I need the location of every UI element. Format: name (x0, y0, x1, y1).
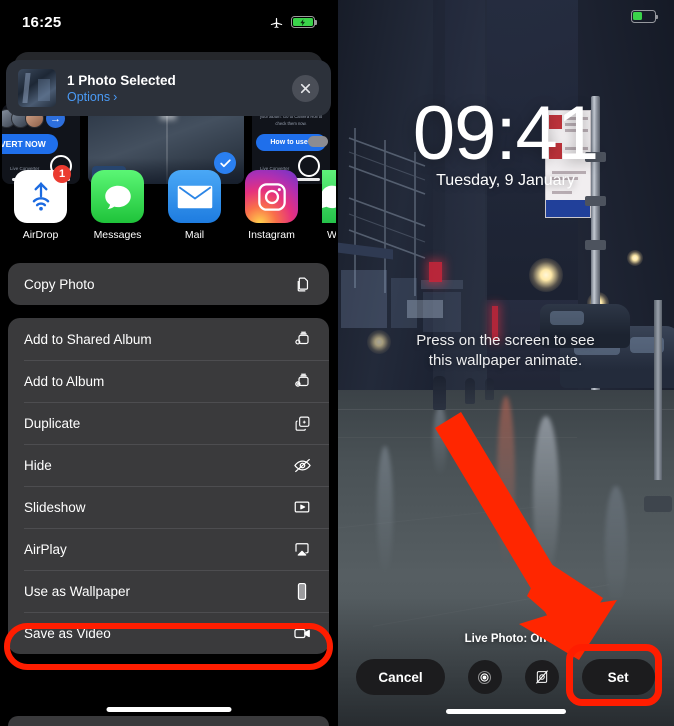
video-camera-icon (291, 622, 313, 644)
action-label: Add to Album (24, 373, 105, 389)
hint-line-1: Press on the screen to see (416, 332, 595, 349)
action-row-peek[interactable] (8, 716, 329, 726)
live-photo-off-icon (535, 670, 548, 684)
action-row-hide[interactable]: Hide (8, 444, 329, 486)
action-group-2: Add to Shared Album Add to Album Duplica… (8, 318, 329, 654)
share-app-row: 1 AirDrop Messages Mail Instagram W (0, 165, 337, 258)
action-row-slideshow[interactable]: Slideshow (8, 486, 329, 528)
live-photo-status: Live Photo: On (464, 633, 547, 645)
action-label: Copy Photo (24, 276, 95, 292)
share-sheet-header[interactable]: 1 Photo Selected Options › (6, 60, 331, 116)
copy-icon (291, 273, 313, 295)
selected-photo-thumbnail (18, 69, 56, 107)
lock-screen-clock: 09:41 (412, 91, 599, 176)
action-row-add-to-album[interactable]: Add to Album (8, 360, 329, 402)
shared-album-icon (291, 328, 313, 350)
set-button[interactable]: Set (581, 659, 655, 695)
pedestrian (433, 376, 446, 410)
status-bar: 16:25 (0, 0, 337, 44)
battery-icon (631, 10, 659, 23)
close-button[interactable] (292, 74, 319, 102)
hide-eye-icon (291, 454, 313, 476)
battery-charging-icon (291, 16, 318, 28)
carousel-toggle[interactable] (308, 136, 328, 147)
app-label: Messages (93, 229, 142, 241)
depth-effect-icon (478, 670, 492, 684)
action-label: Save as Video (24, 625, 111, 641)
share-target-airdrop[interactable]: 1 AirDrop (14, 165, 71, 241)
action-label: Hide (24, 457, 52, 473)
status-indicators (269, 15, 318, 30)
airplane-mode-icon (270, 17, 283, 28)
live-photo-toggle-button[interactable] (524, 660, 559, 694)
action-row-save-as-video[interactable]: Save as Video (8, 612, 329, 654)
home-indicator (445, 709, 566, 714)
action-group-1: Copy Photo (8, 263, 329, 305)
action-label: Use as Wallpaper (24, 583, 131, 599)
home-indicator (106, 707, 231, 712)
app-label: Instagram (248, 229, 295, 241)
action-row-copy-photo[interactable]: Copy Photo (8, 263, 329, 305)
phone-wallpaper-icon (291, 580, 313, 602)
action-label: Add to Shared Album (24, 331, 152, 347)
right-panel-wallpaper-preview: 09:41 Tuesday, 9 January Press on the sc… (337, 0, 674, 726)
depth-effect-button[interactable] (467, 660, 502, 694)
action-row-airplay[interactable]: AirPlay (8, 528, 329, 570)
share-target-whatsapp[interactable]: W (322, 170, 337, 241)
lock-screen-date: Tuesday, 9 January (436, 172, 575, 189)
share-target-messages[interactable]: Messages (91, 170, 144, 241)
wallpaper-action-bar: Cancel Set (337, 658, 674, 696)
action-row-add-to-shared-album[interactable]: Add to Shared Album (8, 318, 329, 360)
share-target-instagram[interactable]: Instagram (245, 170, 298, 241)
carousel-left-pill[interactable]: VERT NOW (2, 134, 58, 154)
whatsapp-icon (322, 170, 337, 223)
action-row-duplicate[interactable]: Duplicate (8, 402, 329, 444)
airdrop-badge: 1 (53, 165, 71, 183)
action-row-use-as-wallpaper[interactable]: Use as Wallpaper (8, 570, 329, 612)
slideshow-icon (291, 496, 313, 518)
messages-icon (91, 170, 144, 223)
tutorial-screenshot: → VERT NOW Live Converter The Photos hav… (0, 0, 674, 726)
options-label: Options (67, 89, 111, 104)
instagram-icon (245, 170, 298, 223)
action-label: Slideshow (24, 499, 86, 515)
hint-line-2: this wallpaper animate. (428, 352, 583, 370)
wallpaper-hint-text: Press on the screen to see this wallpape… (337, 331, 674, 372)
status-time: 16:25 (22, 13, 62, 31)
app-label: AirDrop (22, 229, 59, 241)
selection-title: 1 Photo Selected (67, 72, 176, 88)
cancel-button[interactable]: Cancel (356, 659, 445, 695)
add-album-icon (291, 370, 313, 392)
left-panel-share-sheet: → VERT NOW Live Converter The Photos hav… (0, 0, 337, 726)
panel-divider (336, 0, 338, 726)
airplay-icon (291, 538, 313, 560)
mail-icon (168, 170, 221, 223)
action-label: AirPlay (24, 541, 67, 557)
chevron-right-icon: › (113, 89, 118, 104)
app-label: Mail (184, 229, 205, 241)
share-target-mail[interactable]: Mail (168, 170, 221, 241)
action-label: Duplicate (24, 415, 81, 431)
share-action-list: Copy Photo Add to Shared Album Add to Al… (0, 263, 337, 667)
close-icon (300, 83, 311, 93)
duplicate-icon (291, 412, 313, 434)
wallpaper-status-bar (631, 10, 659, 23)
options-link[interactable]: Options › (67, 90, 176, 104)
